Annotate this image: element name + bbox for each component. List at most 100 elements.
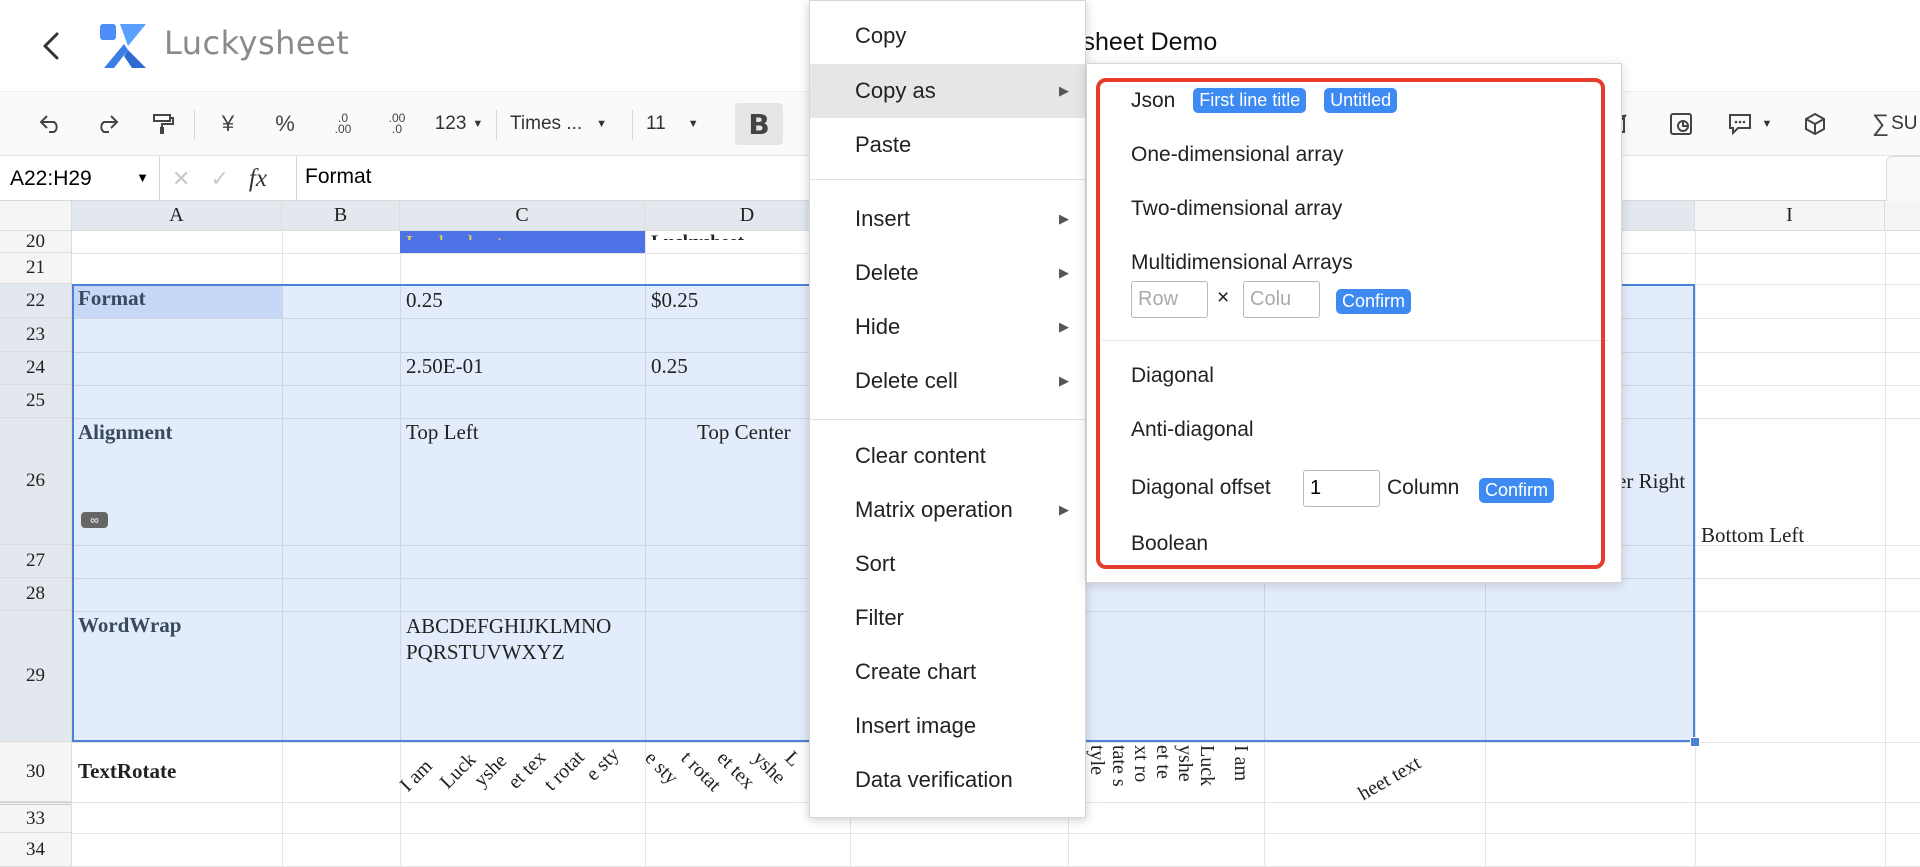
function-icon[interactable]: fx [249,165,267,193]
json-label: Json [1131,89,1176,112]
menu-item-label: Hide [855,314,901,339]
multi-dim-confirm-button[interactable]: Confirm [1336,289,1412,314]
font-family-label: Times ... [510,113,583,134]
insert-chart-button[interactable] [1666,104,1696,144]
formula-divider [296,156,297,201]
untitled-button[interactable]: Untitled [1324,88,1398,113]
diagonal-confirm-button[interactable]: Confirm [1479,478,1555,503]
row-count-input[interactable] [1131,281,1208,318]
menu-item-sort[interactable]: Sort [810,537,1085,591]
row-header-21[interactable]: 21 [0,253,72,284]
rotated-text: t rotat [676,747,726,796]
cell-d24: 0.25 [651,354,688,378]
redo-button[interactable] [92,104,122,144]
menu-item-label: Copy as [855,78,936,103]
document-title[interactable]: ysheet Demo [1070,28,1217,57]
row-header-34[interactable]: 34 [0,833,72,867]
column-header-j[interactable] [1885,201,1920,231]
row-header-26[interactable]: 26 [0,418,72,545]
first-line-title-button[interactable]: First line title [1193,88,1307,113]
row-header-33[interactable]: 33 [0,802,72,833]
rotated-text: e sty [581,743,624,786]
row-header-23[interactable]: 23 [0,318,72,352]
luckysheet-logo [100,24,146,68]
submenu-arrow-icon: ▶ [1059,373,1069,388]
toolbar-divider [194,110,195,140]
font-family-dropdown[interactable]: Times ... ▼ [510,104,620,144]
decrease-decimal-button[interactable]: .0 .00 [326,104,360,144]
font-size-dropdown[interactable]: 11 ▼ [646,104,712,144]
diagonal-offset-input[interactable] [1303,470,1380,507]
cell-a26: Alignment [78,420,173,444]
menu-item-paste[interactable]: Paste [810,118,1085,172]
increase-decimal-button[interactable]: .00 .0 [380,104,414,144]
menu-item-label: Clear content [855,443,986,468]
row-header-20[interactable]: 20 [0,231,72,253]
row-header-22[interactable]: 22 [0,284,72,318]
submenu-arrow-icon: ▶ [1059,83,1069,98]
menu-item-insert-image[interactable]: Insert image [810,699,1085,753]
menu-item-copy-as[interactable]: Copy as ▶ [810,64,1085,118]
menu-item-label: Paste [855,132,912,157]
cell-d26: Top Center [697,420,791,444]
currency-format-button[interactable]: ¥ [214,104,242,144]
menu-item-clear-content[interactable]: Clear content [810,429,1085,483]
copy-as-diagonal[interactable]: Diagonal [1131,364,1214,388]
vertical-text: yshe [1174,745,1196,782]
row-header-28[interactable]: 28 [0,578,72,611]
menu-item-delete-cell[interactable]: Delete cell ▶ [810,354,1085,408]
menu-item-matrix-operation[interactable]: Matrix operation ▶ [810,483,1085,537]
sum-button[interactable]: ∑ SU [1872,104,1920,144]
copy-as-two-dimensional[interactable]: Two-dimensional array [1131,197,1342,221]
name-box[interactable]: A22:H29 ▼ [0,156,160,201]
column-header-i[interactable]: I [1695,201,1885,231]
undo-button[interactable] [36,104,66,144]
screenshot-button[interactable] [1800,104,1830,144]
chart-icon [1670,113,1692,135]
cell-i26: Bottom Left [1701,523,1805,547]
copy-as-json[interactable]: Json First line title Untitled [1131,88,1398,113]
menu-item-data-verification[interactable]: Data verification [810,753,1085,807]
row-header-29[interactable]: 29 [0,611,72,742]
cell-h26: er Right [1617,469,1686,493]
menu-item-filter[interactable]: Filter [810,591,1085,645]
row-header-25[interactable]: 25 [0,385,72,418]
copy-as-anti-diagonal[interactable]: Anti-diagonal [1131,418,1254,442]
column-header-a[interactable]: A [72,201,282,231]
select-all-corner[interactable] [0,201,72,231]
back-button[interactable] [34,26,68,66]
check-icon[interactable]: ✓ [210,166,228,192]
format-painter-button[interactable] [148,104,178,144]
copy-as-multidimensional[interactable]: Multidimensional Arrays [1131,251,1353,275]
sum-label: SU [1891,113,1918,134]
row-header-24[interactable]: 24 [0,352,72,385]
menu-item-copy[interactable]: Copy [810,9,1085,63]
cancel-icon[interactable]: ✕ [172,166,190,192]
submenu-arrow-icon: ▶ [1059,502,1069,517]
bold-button[interactable]: B [735,103,783,145]
row-header-27[interactable]: 27 [0,545,72,578]
menu-item-create-chart[interactable]: Create chart [810,645,1085,699]
rotated-text: et tex [503,746,551,794]
copy-as-one-dimensional[interactable]: One-dimensional array [1131,143,1343,167]
column-count-input[interactable] [1243,281,1320,318]
copy-as-boolean[interactable]: Boolean [1131,532,1208,556]
menu-item-label: Delete cell [855,368,958,393]
comment-dropdown[interactable]: ▼ [1722,104,1778,144]
column-header-b[interactable]: B [282,201,400,231]
menu-item-label: Create chart [855,659,977,684]
menu-item-delete[interactable]: Delete ▶ [810,246,1085,300]
percent-format-button[interactable]: % [270,104,300,144]
toolbar-divider [496,110,497,140]
formula-input[interactable]: Format [305,165,372,189]
rotated-text: et tex [712,747,760,794]
cell-c24: 2.50E-01 [406,354,484,378]
menu-item-insert[interactable]: Insert ▶ [810,192,1085,246]
diagonal-offset-label[interactable]: Diagonal offset [1131,476,1271,500]
row-header-30[interactable]: 30 [0,742,72,802]
number-format-dropdown[interactable]: 123 ▼ [432,104,486,144]
menu-item-hide[interactable]: Hide ▶ [810,300,1085,354]
menu-divider [810,179,1085,180]
fill-handle[interactable] [1690,737,1700,747]
chevron-down-icon: ▼ [1761,118,1773,130]
